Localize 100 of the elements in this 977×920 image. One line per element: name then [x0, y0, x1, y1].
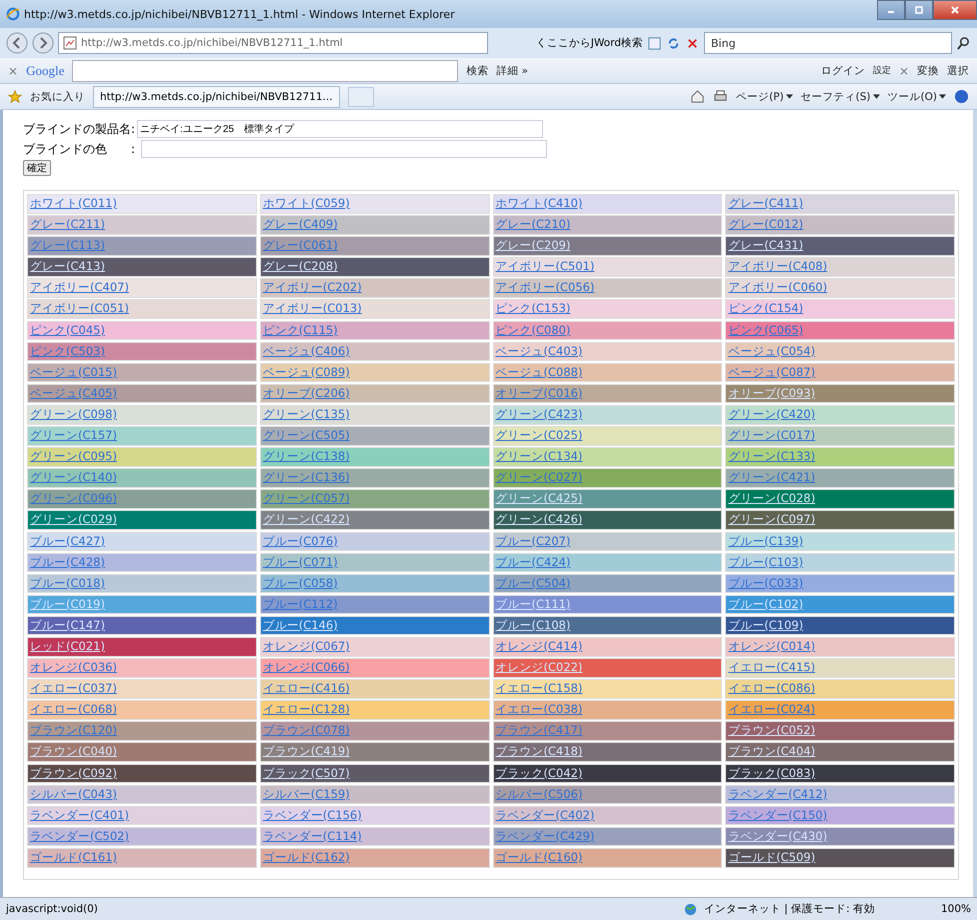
color-link[interactable]: グリーン(C420): [726, 406, 954, 424]
text-field[interactable]: [141, 140, 548, 158]
color-link[interactable]: グリーン(C422): [260, 511, 488, 529]
color-link[interactable]: ゴールド(C162): [260, 848, 488, 866]
browser-tab[interactable]: http://w3.metds.co.jp/nichibei/NBVB12711...: [93, 86, 340, 108]
color-link[interactable]: ブルー(C111): [494, 596, 722, 614]
color-link[interactable]: シルバー(C043): [28, 786, 256, 804]
color-link[interactable]: イエロー(C024): [726, 701, 954, 719]
select-button[interactable]: 選択: [947, 64, 969, 78]
color-link[interactable]: ピンク(C080): [494, 322, 722, 340]
convert-button[interactable]: 変換: [917, 64, 939, 78]
color-link[interactable]: グリーン(C136): [260, 469, 488, 487]
color-link[interactable]: シルバー(C506): [494, 786, 722, 804]
color-link[interactable]: グレー(C210): [494, 216, 722, 234]
color-link[interactable]: グレー(C208): [260, 258, 488, 276]
color-link[interactable]: ピンク(C065): [726, 322, 954, 340]
color-link[interactable]: グレー(C411): [726, 195, 954, 213]
color-link[interactable]: イエロー(C158): [494, 680, 722, 698]
login-link[interactable]: ログイン: [820, 64, 865, 78]
caret-icon[interactable]: [872, 94, 880, 99]
color-link[interactable]: ブラック(C507): [260, 764, 488, 782]
color-link[interactable]: ブルー(C102): [726, 596, 954, 614]
toolbar-menu[interactable]: ページ(P): [736, 90, 784, 104]
search-field[interactable]: Bing: [704, 32, 952, 54]
color-link[interactable]: オレンジ(C414): [494, 638, 722, 656]
color-link[interactable]: ブラック(C083): [726, 764, 954, 782]
color-link[interactable]: グレー(C413): [28, 258, 256, 276]
color-link[interactable]: ラベンダー(C156): [260, 806, 488, 824]
favorites-button[interactable]: お気に入り: [30, 90, 85, 104]
color-link[interactable]: ブラウン(C078): [260, 722, 488, 740]
color-link[interactable]: ブルー(C109): [726, 616, 954, 634]
more-button[interactable]: 詳細 »: [496, 64, 528, 78]
color-link[interactable]: ベージュ(C054): [726, 342, 954, 360]
color-link[interactable]: グリーン(C505): [260, 427, 488, 445]
color-link[interactable]: ブルー(C147): [28, 616, 256, 634]
caret-icon[interactable]: [939, 94, 946, 99]
color-link[interactable]: イエロー(C038): [494, 701, 722, 719]
color-link[interactable]: ブルー(C108): [494, 616, 722, 634]
color-link[interactable]: アイボリー(C056): [494, 279, 722, 297]
close-button[interactable]: ×: [898, 64, 909, 78]
zoom-level[interactable]: 100%: [940, 903, 971, 915]
address-field[interactable]: http://w3.metds.co.jp/nichibei/NBVB12711_1.html: [58, 32, 488, 54]
color-link[interactable]: ブルー(C428): [28, 554, 256, 572]
color-link[interactable]: ブラウン(C052): [726, 722, 954, 740]
close-toolbar-button[interactable]: ×: [8, 64, 18, 78]
color-link[interactable]: ブラック(C042): [494, 764, 722, 782]
color-link[interactable]: ホワイト(C011): [28, 195, 256, 213]
color-link[interactable]: イエロー(C128): [260, 701, 488, 719]
color-link[interactable]: グリーン(C425): [494, 490, 722, 508]
color-link[interactable]: グリーン(C029): [28, 511, 256, 529]
color-link[interactable]: ブルー(C033): [726, 574, 954, 592]
color-link[interactable]: グレー(C209): [494, 237, 722, 255]
color-link[interactable]: ブラウン(C404): [726, 743, 954, 762]
color-link[interactable]: グリーン(C157): [28, 427, 256, 445]
color-link[interactable]: イエロー(C416): [260, 680, 488, 698]
color-link[interactable]: グリーン(C423): [494, 406, 722, 424]
search-button[interactable]: 検索: [466, 64, 488, 78]
close-button[interactable]: [933, 0, 977, 20]
color-link[interactable]: グリーン(C057): [260, 490, 488, 508]
color-link[interactable]: オレンジ(C066): [260, 659, 488, 677]
color-link[interactable]: ラベンダー(C402): [494, 806, 722, 824]
color-link[interactable]: オリーブ(C093): [726, 384, 954, 402]
color-link[interactable]: ベージュ(C089): [260, 364, 488, 382]
color-link[interactable]: グリーン(C096): [28, 490, 256, 508]
forward-button[interactable]: [32, 32, 54, 54]
text-field[interactable]: ニチベイ:ユニーク25 標準タイプ: [137, 120, 544, 138]
color-link[interactable]: ブルー(C018): [28, 574, 256, 592]
color-link[interactable]: ラベンダー(C401): [28, 806, 256, 824]
color-link[interactable]: ラベンダー(C429): [494, 828, 722, 846]
color-link[interactable]: ブルー(C103): [726, 554, 954, 572]
color-link[interactable]: ラベンダー(C150): [726, 806, 954, 824]
color-link[interactable]: ベージュ(C087): [726, 364, 954, 382]
color-link[interactable]: オレンジ(C022): [494, 659, 722, 677]
color-link[interactable]: ブラウン(C418): [494, 743, 722, 762]
color-link[interactable]: ブルー(C019): [28, 596, 256, 614]
color-link[interactable]: ブラウン(C092): [28, 764, 256, 782]
color-link[interactable]: ブルー(C071): [260, 554, 488, 572]
color-link[interactable]: ベージュ(C015): [28, 364, 256, 382]
color-link[interactable]: ブルー(C076): [260, 532, 488, 550]
color-link[interactable]: オレンジ(C014): [726, 638, 954, 656]
color-link[interactable]: グリーン(C135): [260, 406, 488, 424]
color-link[interactable]: グリーン(C098): [28, 406, 256, 424]
color-link[interactable]: アイボリー(C013): [260, 300, 488, 318]
color-link[interactable]: ピンク(C045): [28, 322, 256, 340]
color-link[interactable]: イエロー(C037): [28, 680, 256, 698]
color-link[interactable]: ラベンダー(C412): [726, 786, 954, 804]
toolbar-menu[interactable]: ツール(O): [888, 90, 937, 104]
confirm-button[interactable]: 確定: [23, 160, 51, 176]
caret-icon[interactable]: [786, 94, 793, 99]
color-link[interactable]: ゴールド(C509): [726, 848, 954, 866]
color-link[interactable]: グレー(C061): [260, 237, 488, 255]
color-link[interactable]: シルバー(C159): [260, 786, 488, 804]
color-link[interactable]: グレー(C113): [28, 237, 256, 255]
color-link[interactable]: オレンジ(C067): [260, 638, 488, 656]
color-link[interactable]: ブルー(C112): [260, 596, 488, 614]
color-link[interactable]: アイボリー(C060): [726, 279, 954, 297]
back-button[interactable]: [6, 32, 28, 54]
color-link[interactable]: グリーン(C027): [494, 469, 722, 487]
color-link[interactable]: グリーン(C028): [726, 490, 954, 508]
settings-button[interactable]: 設定: [872, 64, 891, 77]
